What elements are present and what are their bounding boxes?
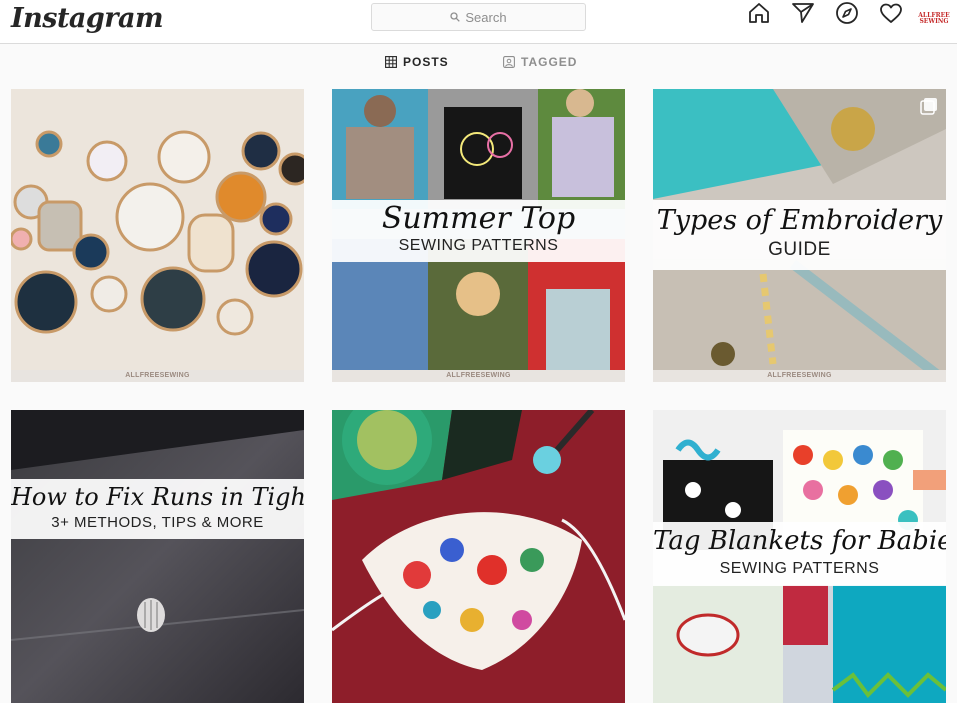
post-brand: ALLFREESEWING xyxy=(11,370,304,382)
post-tile[interactable]: Tag Blankets for Babies SEWING PATTERNS xyxy=(653,410,946,703)
post-tile[interactable] xyxy=(332,410,625,703)
post-title: Tag Blankets for Babies xyxy=(653,526,946,556)
post-subtitle: SEWING PATTERNS xyxy=(719,560,880,577)
post-subtitle: GUIDE xyxy=(768,239,831,260)
post-brand: ALLFREESEWING xyxy=(653,370,946,382)
instagram-logo[interactable]: Instagram xyxy=(11,3,164,34)
direct-messages-icon[interactable] xyxy=(790,0,816,26)
post-subtitle: 3+ METHODS, TIPS & MORE xyxy=(51,514,264,531)
post-image xyxy=(11,89,304,382)
post-title: Summer Top xyxy=(381,201,576,236)
tab-tagged-label: TAGGED xyxy=(521,55,578,69)
profile-tabs: POSTS TAGGED xyxy=(0,55,957,73)
post-caption-band: Types of Embroidery GUIDE xyxy=(653,200,946,270)
post-tile[interactable]: Summer Top SEWING PATTERNS ALLFREESEWING xyxy=(332,89,625,382)
post-caption-band: How to Fix Runs in Tights 3+ METHODS, TI… xyxy=(11,479,304,539)
search-input[interactable]: Search xyxy=(371,3,586,31)
post-subtitle: SEWING PATTERNS xyxy=(398,237,559,254)
grid-icon xyxy=(385,56,397,68)
post-tile[interactable]: How to Fix Runs in Tights 3+ METHODS, TI… xyxy=(11,410,304,703)
tab-posts-label: POSTS xyxy=(403,55,449,69)
profile-avatar[interactable]: ALLFREE SEWING xyxy=(918,8,950,30)
post-title: Types of Embroidery xyxy=(656,205,943,236)
post-tile[interactable]: ALLFREESEWING xyxy=(11,89,304,382)
multiple-images-icon xyxy=(920,98,937,115)
top-navbar: Instagram Search ALLFREE SEWING xyxy=(0,0,957,44)
activity-heart-icon[interactable] xyxy=(878,0,904,26)
post-brand: ALLFREESEWING xyxy=(332,370,625,382)
post-image xyxy=(11,410,304,703)
tagged-icon xyxy=(503,56,515,68)
avatar-text-line2: SEWING xyxy=(919,18,949,25)
search-placeholder: Search xyxy=(465,9,507,25)
post-caption-band: Summer Top SEWING PATTERNS xyxy=(332,200,625,262)
explore-icon[interactable] xyxy=(834,0,860,26)
post-title: How to Fix Runs in Tights xyxy=(11,483,304,511)
post-caption-band: Tag Blankets for Babies SEWING PATTERNS xyxy=(653,522,946,586)
tab-tagged[interactable]: TAGGED xyxy=(503,55,577,69)
post-image xyxy=(332,410,625,703)
search-icon xyxy=(450,12,461,22)
post-tile[interactable]: Types of Embroidery GUIDE ALLFREESEWING xyxy=(653,89,946,382)
home-icon[interactable] xyxy=(746,0,772,26)
tab-posts[interactable]: POSTS xyxy=(385,55,449,69)
